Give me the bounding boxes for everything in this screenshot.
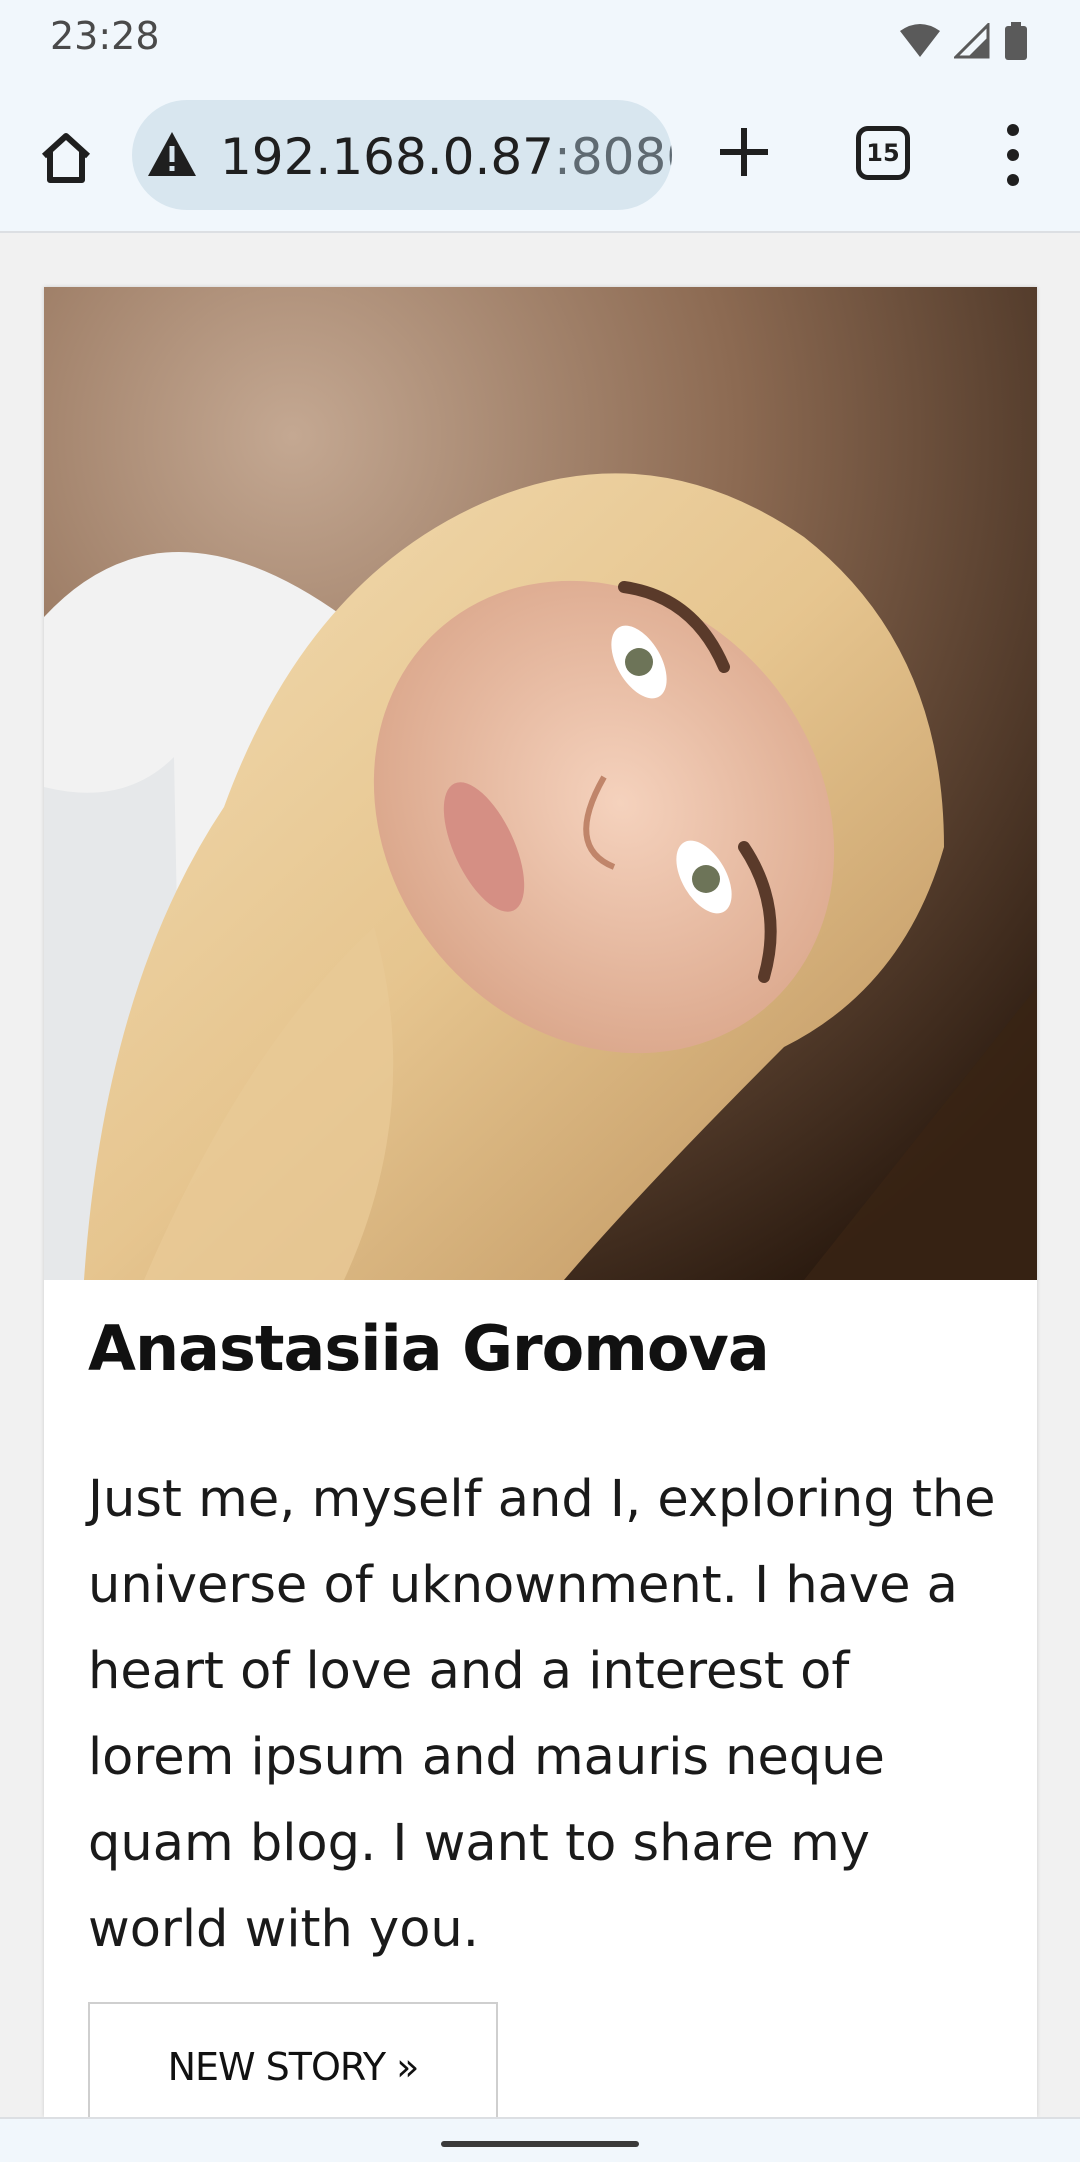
profile-card: Anastasiia Gromova Just me, myself and I… [44,287,1037,2132]
plus-icon[interactable] [716,124,772,180]
status-time: 23:28 [50,14,160,58]
status-bar: 23:28 [0,0,1080,80]
profile-photo [44,287,1037,1280]
profile-name: Anastasiia Gromova [88,1312,770,1385]
gesture-handle[interactable] [441,2141,639,2147]
url-text[interactable]: 192.168.0.87:8080 [220,128,672,186]
tab-count: 15 [866,139,900,167]
url-port: :8080 [553,128,672,186]
more-vert-icon[interactable] [998,120,1028,190]
profile-bio: Just me, myself and I, exploring the uni… [88,1470,996,1959]
browser-toolbar: 192.168.0.87:8080 15 [0,80,1080,233]
cell-signal-icon [954,23,990,59]
url-host: 192.168.0.87 [220,128,554,186]
address-bar[interactable]: 192.168.0.87:8080 [132,100,672,210]
tabs-button[interactable]: 15 [856,126,910,180]
wifi-icon [900,24,940,57]
status-icons [900,22,1028,60]
home-icon[interactable] [36,128,96,188]
new-story-button[interactable]: NEW STORY » [88,2002,498,2132]
profile-photo-illustration [44,287,1037,1280]
warning-icon[interactable] [146,130,198,178]
gesture-nav-bar [0,2117,1080,2162]
battery-icon [1005,22,1027,60]
